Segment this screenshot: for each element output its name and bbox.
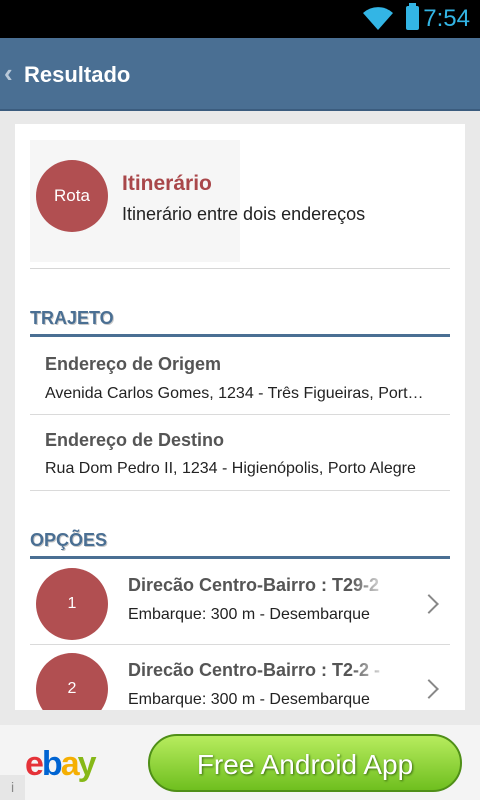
row-divider (30, 414, 450, 415)
option-title: Direcão Centro-Bairro : T29-2 (128, 575, 380, 595)
destination-label: Endereço de Destino (45, 430, 225, 450)
origin-label: Endereço de Origem (45, 354, 222, 374)
chevron-right-icon (419, 679, 439, 699)
section-title-trajeto: TRAJETO (30, 308, 114, 328)
free-android-app-button[interactable]: Free Android App (148, 734, 462, 792)
route-badge: Rota (36, 160, 108, 232)
section-title-opcoes: OPÇÕES (30, 530, 108, 550)
action-bar: ‹ Resultado (0, 38, 480, 111)
battery-icon (406, 3, 419, 30)
row-divider (30, 490, 450, 491)
chevron-right-icon (419, 594, 439, 614)
option-subtitle: Embarque: 300 m - Desembarque (128, 606, 370, 623)
ebay-logo: ebay (25, 745, 97, 783)
origin-value[interactable]: Avenida Carlos Gomes, 1234 - Três Figuei… (45, 385, 427, 403)
row-divider (30, 644, 450, 645)
itinerary-subtitle: Itinerário entre dois endereços (122, 204, 366, 224)
ad-banner[interactable]: ebay Free Android App (0, 725, 480, 800)
wifi-icon (363, 7, 393, 31)
option-title: Direcão Centro-Bairro : T2-2 - (128, 660, 381, 680)
divider (30, 268, 450, 269)
destination-value[interactable]: Rua Dom Pedro II, 1234 - Higienópolis, P… (45, 460, 427, 478)
info-icon[interactable]: i (0, 775, 25, 800)
section-rule (30, 334, 450, 337)
status-bar: 7:54 (0, 0, 480, 38)
option-number-badge: 1 (36, 568, 108, 640)
content-card: Rota Itinerário Itinerário entre dois en… (15, 124, 465, 710)
option-subtitle: Embarque: 300 m - Desembarque (128, 691, 370, 708)
clock: 7:54 (423, 5, 470, 32)
section-rule (30, 556, 450, 559)
option-number-badge: 2 (36, 653, 108, 710)
chevron-left-icon[interactable]: ‹ (4, 58, 13, 89)
itinerary-title: Itinerário (122, 172, 212, 195)
page-title[interactable]: Resultado (24, 62, 130, 88)
